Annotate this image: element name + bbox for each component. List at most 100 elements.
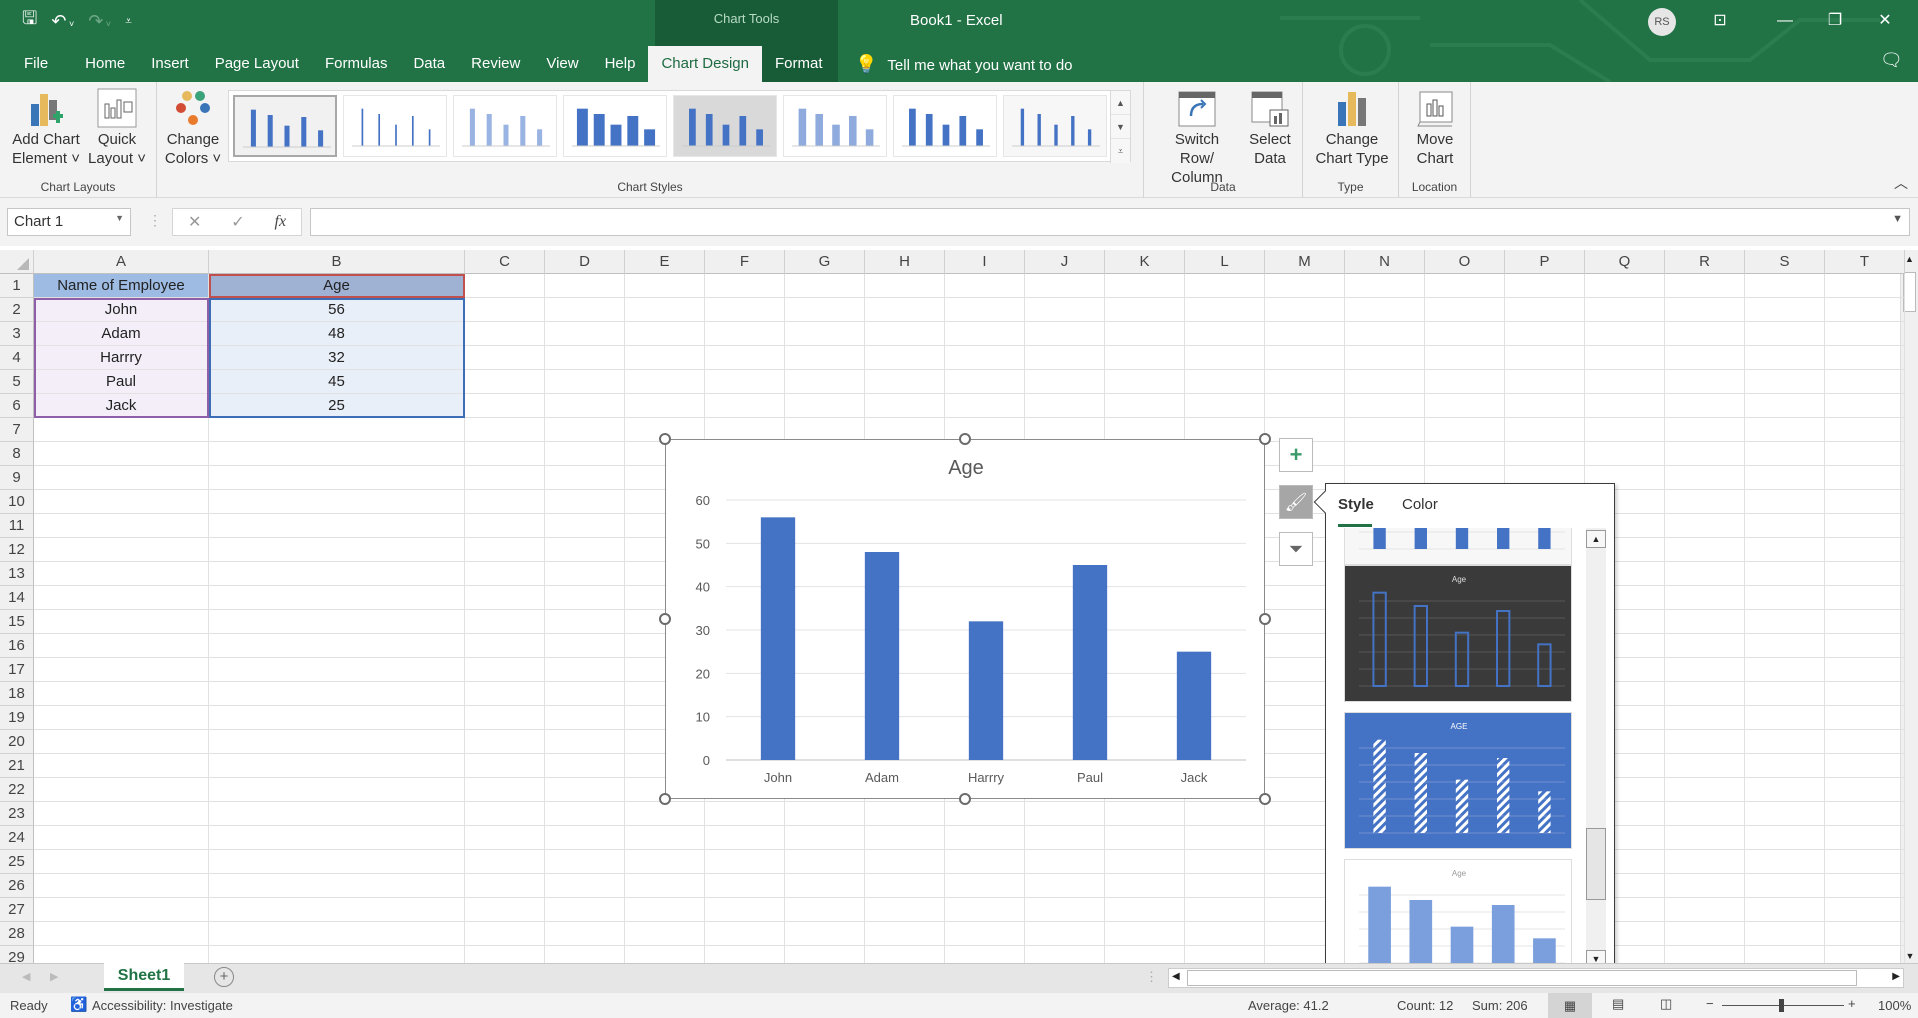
- cell-H4[interactable]: [865, 346, 945, 370]
- cell-S27[interactable]: [1745, 898, 1825, 922]
- cell-L3[interactable]: [1185, 322, 1265, 346]
- zoom-slider[interactable]: [1722, 999, 1844, 1012]
- cell-B9[interactable]: [209, 466, 465, 490]
- hscroll-left-icon[interactable]: ◀: [1172, 971, 1180, 982]
- cell-J24[interactable]: [1025, 826, 1105, 850]
- enter-icon[interactable]: ✓: [231, 212, 244, 232]
- cell-R11[interactable]: [1665, 514, 1745, 538]
- cell-D25[interactable]: [545, 850, 625, 874]
- cell-I26[interactable]: [945, 874, 1025, 898]
- cell-A27[interactable]: [34, 898, 209, 922]
- cell-E4[interactable]: [625, 346, 705, 370]
- cell-N4[interactable]: [1345, 346, 1425, 370]
- cell-T20[interactable]: [1825, 730, 1905, 754]
- cell-J25[interactable]: [1025, 850, 1105, 874]
- cell-D27[interactable]: [545, 898, 625, 922]
- cell-B13[interactable]: [209, 562, 465, 586]
- cell-P3[interactable]: [1505, 322, 1585, 346]
- row-header-25[interactable]: 25: [0, 850, 34, 874]
- cell-C16[interactable]: [465, 634, 545, 658]
- resize-handle[interactable]: [1259, 793, 1271, 805]
- cell-N8[interactable]: [1345, 442, 1425, 466]
- cell-D18[interactable]: [545, 682, 625, 706]
- cell-L23[interactable]: [1185, 802, 1265, 826]
- cell-R14[interactable]: [1665, 586, 1745, 610]
- cell-T14[interactable]: [1825, 586, 1905, 610]
- cell-H3[interactable]: [865, 322, 945, 346]
- tab-home[interactable]: Home: [72, 46, 138, 82]
- cell-L2[interactable]: [1185, 298, 1265, 322]
- cell-A23[interactable]: [34, 802, 209, 826]
- cell-R10[interactable]: [1665, 490, 1745, 514]
- formula-input[interactable]: ▼: [310, 208, 1910, 236]
- cell-D2[interactable]: [545, 298, 625, 322]
- resize-handle[interactable]: [659, 793, 671, 805]
- cell-E3[interactable]: [625, 322, 705, 346]
- cell-G26[interactable]: [785, 874, 865, 898]
- resize-handle[interactable]: [659, 433, 671, 445]
- cell-D13[interactable]: [545, 562, 625, 586]
- cell-F25[interactable]: [705, 850, 785, 874]
- cell-E28[interactable]: [625, 922, 705, 946]
- normal-view-icon[interactable]: ▦: [1548, 993, 1592, 1018]
- cell-N7[interactable]: [1345, 418, 1425, 442]
- cell-R23[interactable]: [1665, 802, 1745, 826]
- cell-R17[interactable]: [1665, 658, 1745, 682]
- cell-E26[interactable]: [625, 874, 705, 898]
- cell-H25[interactable]: [865, 850, 945, 874]
- cell-B24[interactable]: [209, 826, 465, 850]
- move-chart-button[interactable]: Move Chart: [1405, 88, 1465, 168]
- cell-D22[interactable]: [545, 778, 625, 802]
- cell-T10[interactable]: [1825, 490, 1905, 514]
- cell-J27[interactable]: [1025, 898, 1105, 922]
- cell-G28[interactable]: [785, 922, 865, 946]
- hscroll-right-icon[interactable]: ▶: [1892, 971, 1900, 982]
- cell-H26[interactable]: [865, 874, 945, 898]
- style-preview-3[interactable]: AGE: [1344, 712, 1572, 849]
- zoom-out-icon[interactable]: −: [1706, 996, 1714, 1011]
- cell-T19[interactable]: [1825, 706, 1905, 730]
- cell-A1[interactable]: Name of Employee: [34, 274, 209, 298]
- cell-D23[interactable]: [545, 802, 625, 826]
- cell-S12[interactable]: [1745, 538, 1825, 562]
- column-header-C[interactable]: C: [465, 250, 545, 274]
- row-header-21[interactable]: 21: [0, 754, 34, 778]
- cell-C25[interactable]: [465, 850, 545, 874]
- zoom-slider-thumb[interactable]: [1779, 999, 1784, 1012]
- cell-D5[interactable]: [545, 370, 625, 394]
- style-preview-4[interactable]: Age: [1344, 859, 1572, 970]
- cell-A8[interactable]: [34, 442, 209, 466]
- cell-T15[interactable]: [1825, 610, 1905, 634]
- cell-R26[interactable]: [1665, 874, 1745, 898]
- cell-J3[interactable]: [1025, 322, 1105, 346]
- cell-C28[interactable]: [465, 922, 545, 946]
- cell-G24[interactable]: [785, 826, 865, 850]
- cell-A25[interactable]: [34, 850, 209, 874]
- cell-A16[interactable]: [34, 634, 209, 658]
- cell-R27[interactable]: [1665, 898, 1745, 922]
- cell-D15[interactable]: [545, 610, 625, 634]
- cell-Q2[interactable]: [1585, 298, 1665, 322]
- cell-S8[interactable]: [1745, 442, 1825, 466]
- cell-C20[interactable]: [465, 730, 545, 754]
- restore-icon[interactable]: ❐: [1815, 6, 1855, 36]
- cell-O1[interactable]: [1425, 274, 1505, 298]
- cell-G5[interactable]: [785, 370, 865, 394]
- user-avatar[interactable]: RS: [1648, 8, 1676, 36]
- cell-T1[interactable]: [1825, 274, 1905, 298]
- column-header-L[interactable]: L: [1185, 250, 1265, 274]
- cell-L6[interactable]: [1185, 394, 1265, 418]
- cell-D19[interactable]: [545, 706, 625, 730]
- cell-G25[interactable]: [785, 850, 865, 874]
- chart-style-thumbnail-8[interactable]: [1003, 95, 1107, 157]
- column-header-R[interactable]: R: [1665, 250, 1745, 274]
- style-preview-2[interactable]: Age: [1344, 565, 1572, 702]
- column-header-H[interactable]: H: [865, 250, 945, 274]
- cell-H6[interactable]: [865, 394, 945, 418]
- cell-M3[interactable]: [1265, 322, 1345, 346]
- cell-H2[interactable]: [865, 298, 945, 322]
- cell-Q3[interactable]: [1585, 322, 1665, 346]
- cell-L25[interactable]: [1185, 850, 1265, 874]
- cell-D12[interactable]: [545, 538, 625, 562]
- cell-B14[interactable]: [209, 586, 465, 610]
